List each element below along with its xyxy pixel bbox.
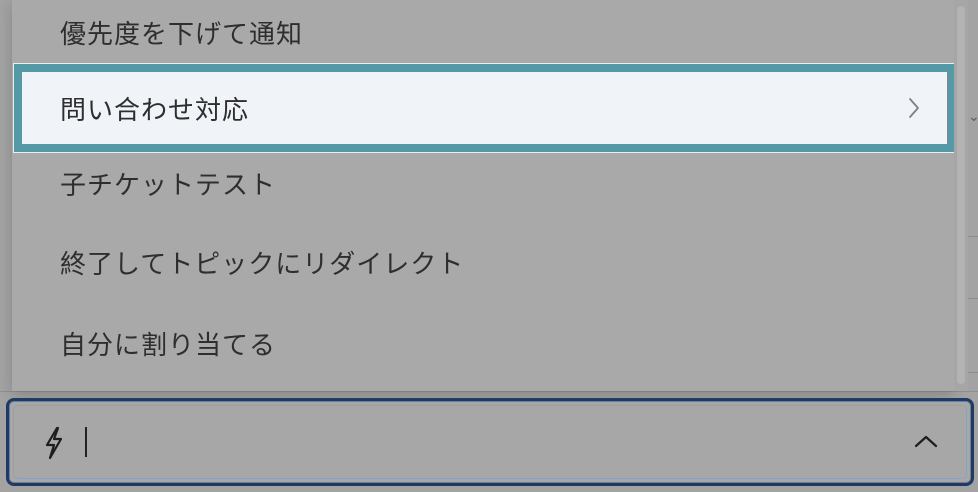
menu-item-label: 問い合わせ対応 <box>60 95 250 126</box>
menu-item-close-redirect-topic[interactable]: 終了してトピックにリダイレクト <box>12 226 954 298</box>
menu-item-label: 優先度を下げて通知 <box>60 19 304 50</box>
menu-item-child-ticket-test[interactable]: 子チケットテスト <box>12 147 954 219</box>
menu-scrollbar[interactable] <box>954 0 968 391</box>
menu-item-label: 終了してトピックにリダイレクト <box>60 249 465 280</box>
text-caret <box>85 427 87 457</box>
macro-combobox[interactable] <box>6 398 974 486</box>
menu-item-lower-priority-notify[interactable]: 優先度を下げて通知 <box>12 0 954 68</box>
chevron-right-icon <box>907 96 921 120</box>
menu-item-inquiry-response[interactable]: 問い合わせ対応 <box>13 63 956 153</box>
macro-dropdown-menu: 優先度を下げて通知 問い合わせ対応 子チケットテスト 終了してトピックにリダイレ… <box>12 0 956 391</box>
background-chevron-icon: ⌄ <box>968 109 978 125</box>
menu-item-label: 子チケットテスト <box>60 170 277 201</box>
macro-search-input[interactable] <box>93 419 873 465</box>
menu-item-label: 自分に割り当てる <box>60 330 277 361</box>
scrollbar-thumb[interactable] <box>957 6 965 384</box>
background-divider <box>0 391 978 392</box>
lightning-bolt-icon <box>41 425 67 461</box>
chevron-up-icon[interactable] <box>913 433 939 449</box>
menu-item-assign-to-me[interactable]: 自分に割り当てる <box>12 307 954 379</box>
